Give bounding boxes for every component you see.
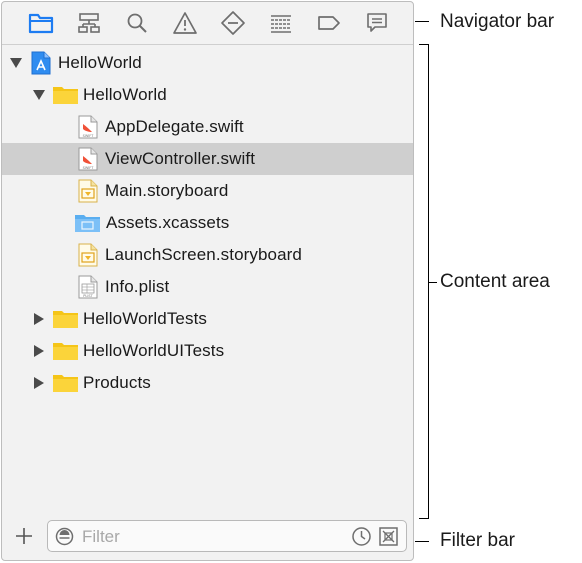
add-button[interactable]: [13, 525, 35, 547]
tree-row-label: Main.storyboard: [105, 181, 229, 200]
disclosure-expanded-icon[interactable]: [10, 57, 22, 69]
tree-row-group[interactable]: HelloWorldUITests: [2, 335, 413, 367]
tree-row-file[interactable]: LaunchScreen.storyboard: [2, 239, 413, 271]
diamond-minus-icon: [221, 11, 245, 35]
breakpoint-navigator-button[interactable]: [315, 9, 343, 37]
plist-badge: PLIST: [83, 294, 93, 298]
disclosure-expanded-icon[interactable]: [33, 89, 45, 101]
test-navigator-button[interactable]: [219, 9, 247, 37]
project-navigator-button[interactable]: [27, 9, 55, 37]
disclosure-collapsed-icon[interactable]: [33, 345, 45, 357]
storyboard-file-icon: [78, 243, 98, 267]
warning-triangle-icon: [173, 12, 197, 34]
folder-icon: [52, 341, 79, 361]
list-lines-icon: [271, 15, 291, 33]
folder-icon: [52, 85, 79, 105]
tree-row-label: Info.plist: [105, 277, 170, 296]
storyboard-file-icon: [78, 179, 98, 203]
filter-bar-callout: Filter bar: [440, 530, 515, 551]
content-area-bracket-bottom: [419, 518, 429, 519]
plist-file-icon: PLIST: [78, 275, 98, 299]
tree-row-label: HelloWorld: [83, 85, 167, 104]
speech-bubble-icon: [367, 13, 387, 32]
filter-bar-callout-line: [415, 541, 429, 542]
hierarchy-icon: [78, 13, 100, 33]
folder-icon: [28, 13, 54, 34]
filter-bar: [2, 513, 413, 560]
content-area: HelloWorld HelloWorld SWIFT AppDelegate.…: [2, 45, 413, 515]
filter-field[interactable]: [47, 520, 407, 552]
magnifier-icon: [127, 13, 147, 33]
tree-row-file-selected[interactable]: SWIFT ViewController.swift: [2, 143, 413, 175]
tree-row-label: HelloWorldUITests: [83, 341, 225, 360]
find-navigator-button[interactable]: [123, 9, 151, 37]
tree-row-label: Assets.xcassets: [106, 213, 230, 232]
swift-file-icon: SWIFT: [78, 147, 98, 171]
tree-row-file[interactable]: Main.storyboard: [2, 175, 413, 207]
filter-circle-icon[interactable]: [55, 527, 74, 546]
content-area-callout: Content area: [440, 271, 550, 292]
swift-file-icon: SWIFT: [78, 115, 98, 139]
disclosure-collapsed-icon[interactable]: [33, 313, 45, 325]
folder-icon: [52, 309, 79, 329]
breakpoint-tag-icon: [318, 16, 340, 30]
issue-navigator-button[interactable]: [171, 9, 199, 37]
tree-row-group[interactable]: HelloWorld: [2, 79, 413, 111]
plus-icon: [16, 528, 32, 544]
xcode-project-icon: [31, 51, 51, 75]
swift-badge: SWIFT: [83, 134, 95, 138]
navigator-bar-callout: Navigator bar: [440, 11, 555, 32]
symbol-navigator-button[interactable]: [75, 9, 103, 37]
tree-row-label: HelloWorld: [58, 53, 142, 72]
folder-icon: [52, 373, 79, 393]
navigator-bar: [2, 2, 413, 45]
tree-row-group[interactable]: Products: [2, 367, 413, 399]
swift-badge: SWIFT: [83, 166, 95, 170]
tree-row-label: LaunchScreen.storyboard: [105, 245, 302, 264]
tree-row-file[interactable]: SWIFT AppDelegate.swift: [2, 111, 413, 143]
tree-row-label: AppDelegate.swift: [105, 117, 244, 136]
disclosure-collapsed-icon[interactable]: [33, 377, 45, 389]
project-navigator-panel: HelloWorld HelloWorld SWIFT AppDelegate.…: [1, 1, 414, 561]
tree-row-project[interactable]: HelloWorld: [2, 47, 413, 79]
navigator-bar-callout-line: [415, 21, 429, 22]
tree-row-label: Products: [83, 373, 151, 392]
report-navigator-button[interactable]: [363, 9, 391, 37]
tree-row-group[interactable]: HelloWorldTests: [2, 303, 413, 335]
tree-row-file[interactable]: PLIST Info.plist: [2, 271, 413, 303]
filter-input[interactable]: [80, 525, 344, 549]
clock-icon[interactable]: [351, 526, 372, 547]
tree-row-file[interactable]: Assets.xcassets: [2, 207, 413, 239]
asset-catalog-icon: [74, 213, 101, 233]
content-area-callout-line: [429, 282, 437, 283]
tree-row-label: ViewController.swift: [105, 149, 256, 168]
scm-status-icon[interactable]: [378, 526, 399, 547]
debug-navigator-button[interactable]: [267, 9, 295, 37]
tree-row-label: HelloWorldTests: [83, 309, 208, 328]
